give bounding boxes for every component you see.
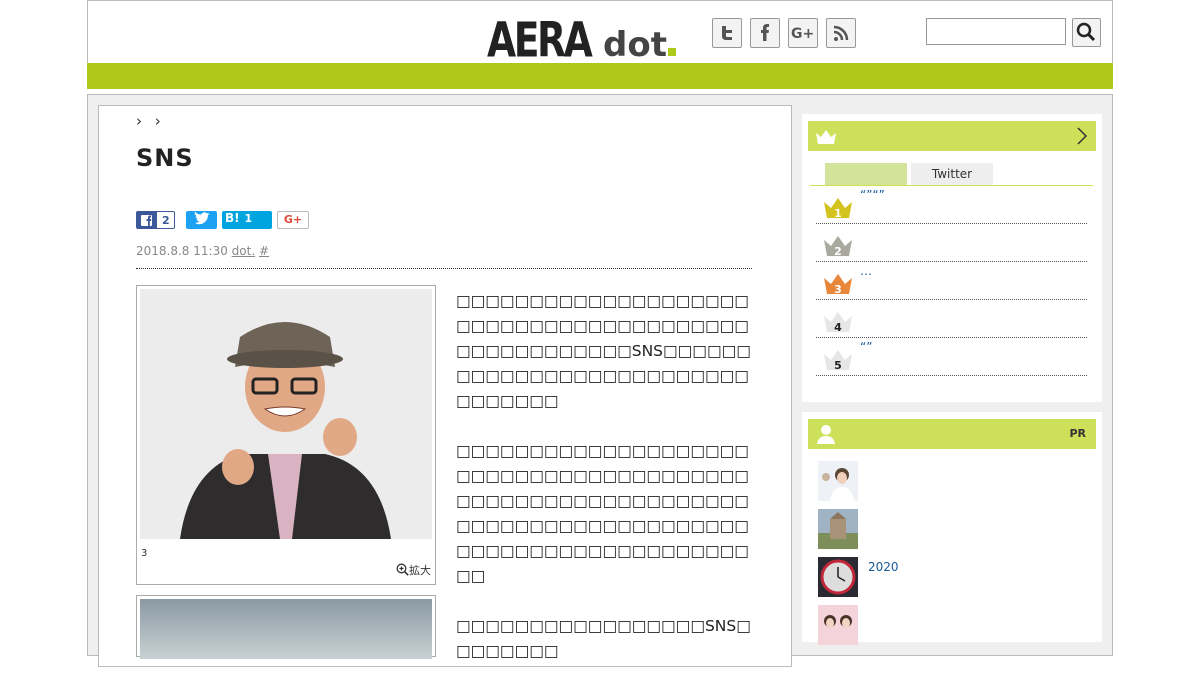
- pr-header: PR: [808, 419, 1096, 449]
- ranking-item[interactable]: 3 …: [816, 262, 1087, 300]
- article-body: □□□□□□□□□□□□□□□□□□□□□□□□□□□□□□□□□□□□□□□□…: [456, 289, 756, 689]
- google-plus-link[interactable]: G+: [788, 18, 818, 48]
- ranking-tabs: Twitter: [810, 163, 1093, 186]
- crown-plain-icon: 5: [824, 350, 852, 372]
- article-figure-2: [136, 595, 436, 659]
- search-icon: [1076, 22, 1096, 42]
- tab-ranking-access[interactable]: [825, 163, 907, 185]
- search-input[interactable]: [926, 18, 1066, 45]
- rank-number: 3: [834, 283, 842, 296]
- crown-icon: [816, 130, 836, 144]
- rank-number: 5: [834, 359, 842, 372]
- ranking-item-text[interactable]: “”“”: [860, 188, 885, 202]
- hatena-icon: B!: [225, 211, 240, 225]
- figure-caption: 3: [141, 548, 148, 559]
- article-photo-2[interactable]: [140, 599, 432, 659]
- facebook-share-count: 2: [162, 214, 170, 227]
- breadcrumb: › ›: [136, 112, 161, 130]
- crown-gold-icon: 1: [824, 198, 852, 220]
- article-meta: 2018.8.8 11:30 dot. #: [136, 244, 269, 258]
- search-button[interactable]: [1072, 18, 1101, 47]
- facebook-share-button[interactable]: 2: [136, 211, 175, 229]
- rank-number: 4: [834, 321, 842, 334]
- nav-bar: [87, 63, 1113, 89]
- article-title: SNS: [136, 144, 194, 172]
- ranking-header[interactable]: [808, 121, 1096, 151]
- rss-icon: [833, 25, 849, 41]
- svg-text:dot: dot: [603, 25, 667, 61]
- facebook-icon: [761, 24, 769, 41]
- facebook-icon: [137, 212, 157, 228]
- google-plus-icon: G+: [791, 26, 814, 42]
- ranking-box: Twitter 1 “”“” 2 3 … 4 5 “”: [802, 114, 1102, 402]
- zoom-button[interactable]: 拡大: [396, 562, 431, 578]
- rank-number: 1: [834, 207, 842, 220]
- pr-thumbnail[interactable]: [818, 509, 858, 549]
- article-date: 2018.8.8 11:30: [136, 244, 228, 258]
- hash-link[interactable]: #: [259, 244, 269, 258]
- crown-silver-icon: 2: [824, 236, 852, 258]
- chevron-right-icon: [1077, 127, 1088, 145]
- article-paragraph: □□□□□□□□□□□□□□□□□□□□□□□□□□□□□□□□□□□□□□□□…: [456, 442, 749, 585]
- zoom-label: 拡大: [409, 564, 431, 577]
- facebook-link[interactable]: [750, 18, 780, 48]
- ranking-item[interactable]: 1 “”“”: [816, 186, 1087, 224]
- pr-label: PR: [1069, 427, 1086, 440]
- rank-number: 2: [834, 245, 842, 258]
- article-paragraph: □□□□□□□□□□□□□□□□□□□□□□□□□□□□□□□□□□□□□□□□…: [456, 292, 751, 410]
- google-plus-share-button[interactable]: G+: [277, 211, 309, 229]
- twitter-link[interactable]: [712, 18, 742, 48]
- article-paragraph: □□□□□□□□□□□□□□□□□SNS□□□□□□□□: [456, 617, 751, 660]
- pr-thumbnail[interactable]: [818, 605, 858, 645]
- person-icon: [817, 425, 835, 444]
- crown-bronze-icon: 3: [824, 274, 852, 296]
- tab-twitter[interactable]: Twitter: [911, 163, 993, 185]
- pr-box: PR 2020: [802, 412, 1102, 645]
- article-figure: 3 拡大: [136, 285, 436, 585]
- google-plus-icon: G+: [283, 213, 303, 226]
- ranking-item[interactable]: 4: [816, 300, 1087, 338]
- divider: [136, 268, 752, 269]
- pr-thumbnail[interactable]: [818, 461, 858, 501]
- breadcrumb-separator: ›: [154, 112, 161, 130]
- svg-text:AERA: AERA: [487, 13, 593, 61]
- site-header: AERA dot G+: [87, 0, 1113, 64]
- pr-thumbnail[interactable]: [818, 557, 858, 597]
- svg-text:G+: G+: [791, 26, 814, 42]
- rss-link[interactable]: [826, 18, 856, 48]
- ranking-item-text[interactable]: …: [860, 264, 872, 278]
- crown-plain-icon: 4: [824, 312, 852, 334]
- twitter-share-button[interactable]: [186, 211, 217, 229]
- aera-dot-logo[interactable]: AERA dot: [487, 7, 683, 61]
- source-link[interactable]: dot.: [232, 244, 255, 258]
- ranking-item-text[interactable]: “”: [860, 340, 872, 354]
- zoom-in-icon: [396, 563, 409, 576]
- pr-item-text[interactable]: 2020: [868, 560, 899, 574]
- article-photo[interactable]: [140, 289, 432, 539]
- hatena-count: 1: [244, 212, 253, 225]
- ranking-item[interactable]: 2: [816, 224, 1087, 262]
- twitter-icon: [722, 26, 732, 40]
- hatena-bookmark-button[interactable]: B! 1: [222, 211, 272, 229]
- twitter-bird-icon: [194, 211, 210, 225]
- breadcrumb-separator: ›: [136, 112, 142, 130]
- ranking-item[interactable]: 5 “”: [816, 338, 1087, 376]
